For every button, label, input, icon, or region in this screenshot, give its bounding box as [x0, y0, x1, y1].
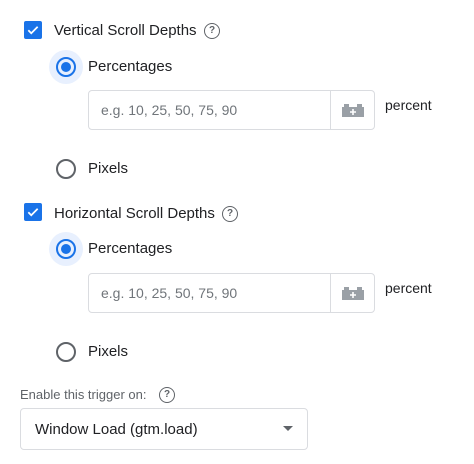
horizontal-percentages-label: Percentages: [88, 240, 173, 257]
trigger-selected-value: Window Load (gtm.load): [35, 420, 198, 438]
horizontal-unit-label: percent: [385, 280, 432, 296]
variable-brick-icon: [341, 287, 364, 300]
horizontal-percentages-radio[interactable]: [56, 239, 76, 259]
help-icon[interactable]: ?: [222, 206, 238, 222]
trigger-label: Enable this trigger on:: [20, 387, 147, 402]
vertical-scroll-checkbox[interactable]: [24, 21, 42, 39]
horizontal-scroll-checkbox[interactable]: [24, 203, 42, 221]
horizontal-scroll-label: Horizontal Scroll Depths: [54, 205, 215, 222]
horizontal-variable-button[interactable]: [330, 274, 374, 312]
horizontal-percentages-input[interactable]: [89, 274, 330, 312]
vertical-percentages-field: [88, 90, 375, 130]
vertical-percentages-label: Percentages: [88, 58, 173, 75]
horizontal-pixels-label: Pixels: [88, 343, 129, 360]
trigger-select[interactable]: Window Load (gtm.load): [20, 408, 308, 450]
help-icon[interactable]: ?: [159, 387, 175, 403]
dropdown-arrow-icon: [283, 426, 293, 431]
help-icon[interactable]: ?: [204, 23, 220, 39]
horizontal-pixels-radio[interactable]: [56, 342, 76, 362]
horizontal-percentages-field: [88, 273, 375, 313]
vertical-percentages-radio[interactable]: [56, 57, 76, 77]
vertical-pixels-label: Pixels: [88, 160, 129, 177]
vertical-scroll-label: Vertical Scroll Depths: [54, 22, 197, 39]
vertical-percentages-input[interactable]: [89, 91, 330, 129]
variable-brick-icon: [341, 104, 364, 117]
checkmark-icon: [27, 26, 39, 35]
checkmark-icon: [27, 208, 39, 217]
vertical-pixels-radio[interactable]: [56, 159, 76, 179]
vertical-unit-label: percent: [385, 97, 432, 113]
vertical-variable-button[interactable]: [330, 91, 374, 129]
